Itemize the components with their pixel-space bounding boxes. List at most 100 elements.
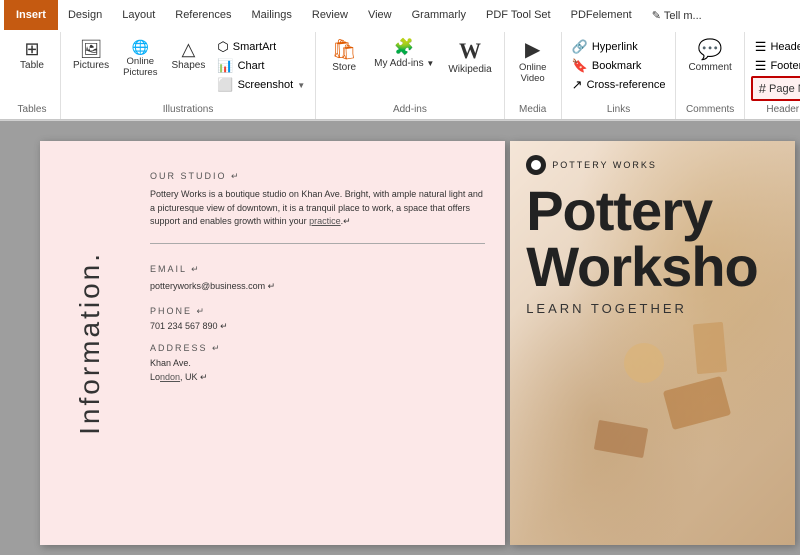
store-icon: 🛍 <box>331 40 356 60</box>
address-heading: ADDRESS ↵ <box>150 343 485 354</box>
tab-references[interactable]: References <box>165 0 241 30</box>
group-comments: 💬 Comment Comments <box>676 32 744 119</box>
page-number-label: Page Number <box>769 83 800 95</box>
media-items: ▶ OnlineVideo <box>511 34 555 104</box>
wikipedia-icon: W <box>459 40 481 62</box>
group-links: 🔗 Hyperlink 🔖 Bookmark ↗ Cross-reference… <box>562 32 677 119</box>
learn-together: LEARN TOGETHER <box>526 301 779 316</box>
document-page-right: POTTERY WORKS Pottery Worksho LEARN TOGE… <box>510 141 795 545</box>
comments-items: 💬 Comment <box>682 34 737 104</box>
comment-label: Comment <box>688 62 731 73</box>
chart-icon: 📊 <box>217 58 233 74</box>
media-group-label: Media <box>519 104 546 117</box>
header-label: Header <box>770 41 800 53</box>
screenshot-label: Screenshot <box>238 79 294 91</box>
pottery-logo: POTTERY WORKS <box>526 155 779 175</box>
header-icon: ☰ <box>755 39 767 55</box>
cross-reference-label: Cross-reference <box>587 79 666 91</box>
phone-value: 701 234 567 890 ↵ <box>150 320 485 334</box>
pottery-logo-text: POTTERY WORKS <box>552 160 657 170</box>
smartart-label: SmartArt <box>233 41 276 53</box>
hyperlink-label: Hyperlink <box>592 41 638 53</box>
ribbon-content: ⊞ Table Tables 🖼 Pictures 🌐 OnlinePictur… <box>0 30 800 120</box>
pottery-logo-circle <box>526 155 546 175</box>
tab-insert[interactable]: Insert <box>4 0 58 30</box>
document-page-left: Information. OUR STUDIO ↵ Pottery Works … <box>40 141 505 545</box>
ribbon-tab-bar: Insert Design Layout References Mailings… <box>0 0 800 30</box>
pictures-button[interactable]: 🖼 Pictures <box>67 36 115 75</box>
big-title: Pottery Worksho <box>526 183 779 295</box>
page-number-icon: # <box>759 81 766 96</box>
header-footer-items: ☰ Header ▼ ☰ Footer ▼ # Page Number ▼ <box>751 34 800 104</box>
header-button[interactable]: ☰ Header ▼ <box>751 38 800 56</box>
tab-design[interactable]: Design <box>58 0 112 30</box>
tab-grammarly[interactable]: Grammarly <box>402 0 476 30</box>
footer-button[interactable]: ☰ Footer ▼ <box>751 57 800 75</box>
group-tables: ⊞ Table Tables <box>4 32 61 119</box>
screenshot-dd-arrow: ▼ <box>297 81 305 90</box>
tab-view[interactable]: View <box>358 0 402 30</box>
tab-pdfelement[interactable]: PDFelement <box>561 0 642 30</box>
right-page-content: POTTERY WORKS Pottery Worksho LEARN TOGE… <box>510 141 795 330</box>
bookmark-icon: 🔖 <box>572 58 588 74</box>
bookmark-button[interactable]: 🔖 Bookmark <box>568 57 670 75</box>
page-number-button[interactable]: # Page Number ▼ <box>751 76 800 101</box>
tables-group-label: Tables <box>18 104 47 117</box>
our-studio-heading: OUR STUDIO ↵ <box>150 171 485 182</box>
comment-icon: 💬 <box>698 40 723 60</box>
hyperlink-icon: 🔗 <box>572 39 588 55</box>
divider <box>150 243 485 244</box>
shapes-button[interactable]: △ Shapes <box>165 36 211 75</box>
header-footer-col: ☰ Header ▼ ☰ Footer ▼ # Page Number ▼ <box>751 36 800 101</box>
footer-label: Footer <box>770 60 800 72</box>
wikipedia-button[interactable]: W Wikipedia <box>442 36 497 79</box>
shapes-icon: △ <box>181 40 195 58</box>
cross-reference-button[interactable]: ↗ Cross-reference <box>568 76 670 94</box>
address-value: Khan Ave.London, UK ↵ <box>150 357 485 384</box>
sidebar-title: Information. <box>74 251 106 435</box>
tables-items: ⊞ Table <box>10 34 54 104</box>
tab-tell-me[interactable]: ✎ Tell m... <box>642 0 712 30</box>
pottery-logo-inner <box>531 160 541 170</box>
document-area: Information. OUR STUDIO ↵ Pottery Works … <box>0 121 800 555</box>
online-video-label: OnlineVideo <box>519 62 546 85</box>
online-pictures-label: OnlinePictures <box>123 56 157 79</box>
table-icon: ⊞ <box>24 40 39 58</box>
my-addins-button[interactable]: 🧩 My Add-ins ▼ <box>368 36 440 73</box>
online-pictures-button[interactable]: 🌐 OnlinePictures <box>117 36 163 83</box>
links-items: 🔗 Hyperlink 🔖 Bookmark ↗ Cross-reference <box>568 34 670 104</box>
shapes-label: Shapes <box>171 60 205 71</box>
table-button[interactable]: ⊞ Table <box>10 36 54 75</box>
footer-icon: ☰ <box>755 58 767 74</box>
chart-label: Chart <box>238 60 265 72</box>
page-main-content: OUR STUDIO ↵ Pottery Works is a boutique… <box>140 141 505 545</box>
comments-group-label: Comments <box>686 104 734 117</box>
tab-mailings[interactable]: Mailings <box>242 0 302 30</box>
illustrations-items: 🖼 Pictures 🌐 OnlinePictures △ Shapes ⬡ <box>67 34 309 104</box>
practice-link[interactable]: practice <box>309 216 341 226</box>
smartart-button[interactable]: ⬡ SmartArt <box>213 38 309 56</box>
tab-layout[interactable]: Layout <box>112 0 165 30</box>
chart-button[interactable]: 📊 Chart <box>213 57 309 75</box>
hyperlink-button[interactable]: 🔗 Hyperlink <box>568 38 670 56</box>
wikipedia-label: Wikipedia <box>448 64 491 75</box>
online-video-button[interactable]: ▶ OnlineVideo <box>511 36 555 89</box>
group-media: ▶ OnlineVideo Media <box>505 32 562 119</box>
page-left-inner: Information. OUR STUDIO ↵ Pottery Works … <box>40 141 505 545</box>
links-group-label: Links <box>607 104 630 117</box>
tab-pdf-toolset[interactable]: PDF Tool Set <box>476 0 561 30</box>
comment-button[interactable]: 💬 Comment <box>682 36 737 77</box>
addins-items: 🛍 Store 🧩 My Add-ins ▼ W Wikipedia <box>322 34 498 104</box>
bookmark-label: Bookmark <box>592 60 642 72</box>
store-button[interactable]: 🛍 Store <box>322 36 366 77</box>
links-col: 🔗 Hyperlink 🔖 Bookmark ↗ Cross-reference <box>568 36 670 94</box>
online-pictures-icon: 🌐 <box>132 40 149 54</box>
tab-review[interactable]: Review <box>302 0 358 30</box>
store-label: Store <box>332 62 356 73</box>
my-addins-label: My Add-ins ▼ <box>374 58 434 69</box>
cross-reference-icon: ↗ <box>572 77 583 93</box>
screenshot-button[interactable]: ⬜ Screenshot ▼ <box>213 76 309 94</box>
header-footer-group-label: Header & Footer <box>766 104 800 117</box>
our-studio-body: Pottery Works is a boutique studio on Kh… <box>150 188 485 229</box>
page-sidebar: Information. <box>40 141 140 545</box>
